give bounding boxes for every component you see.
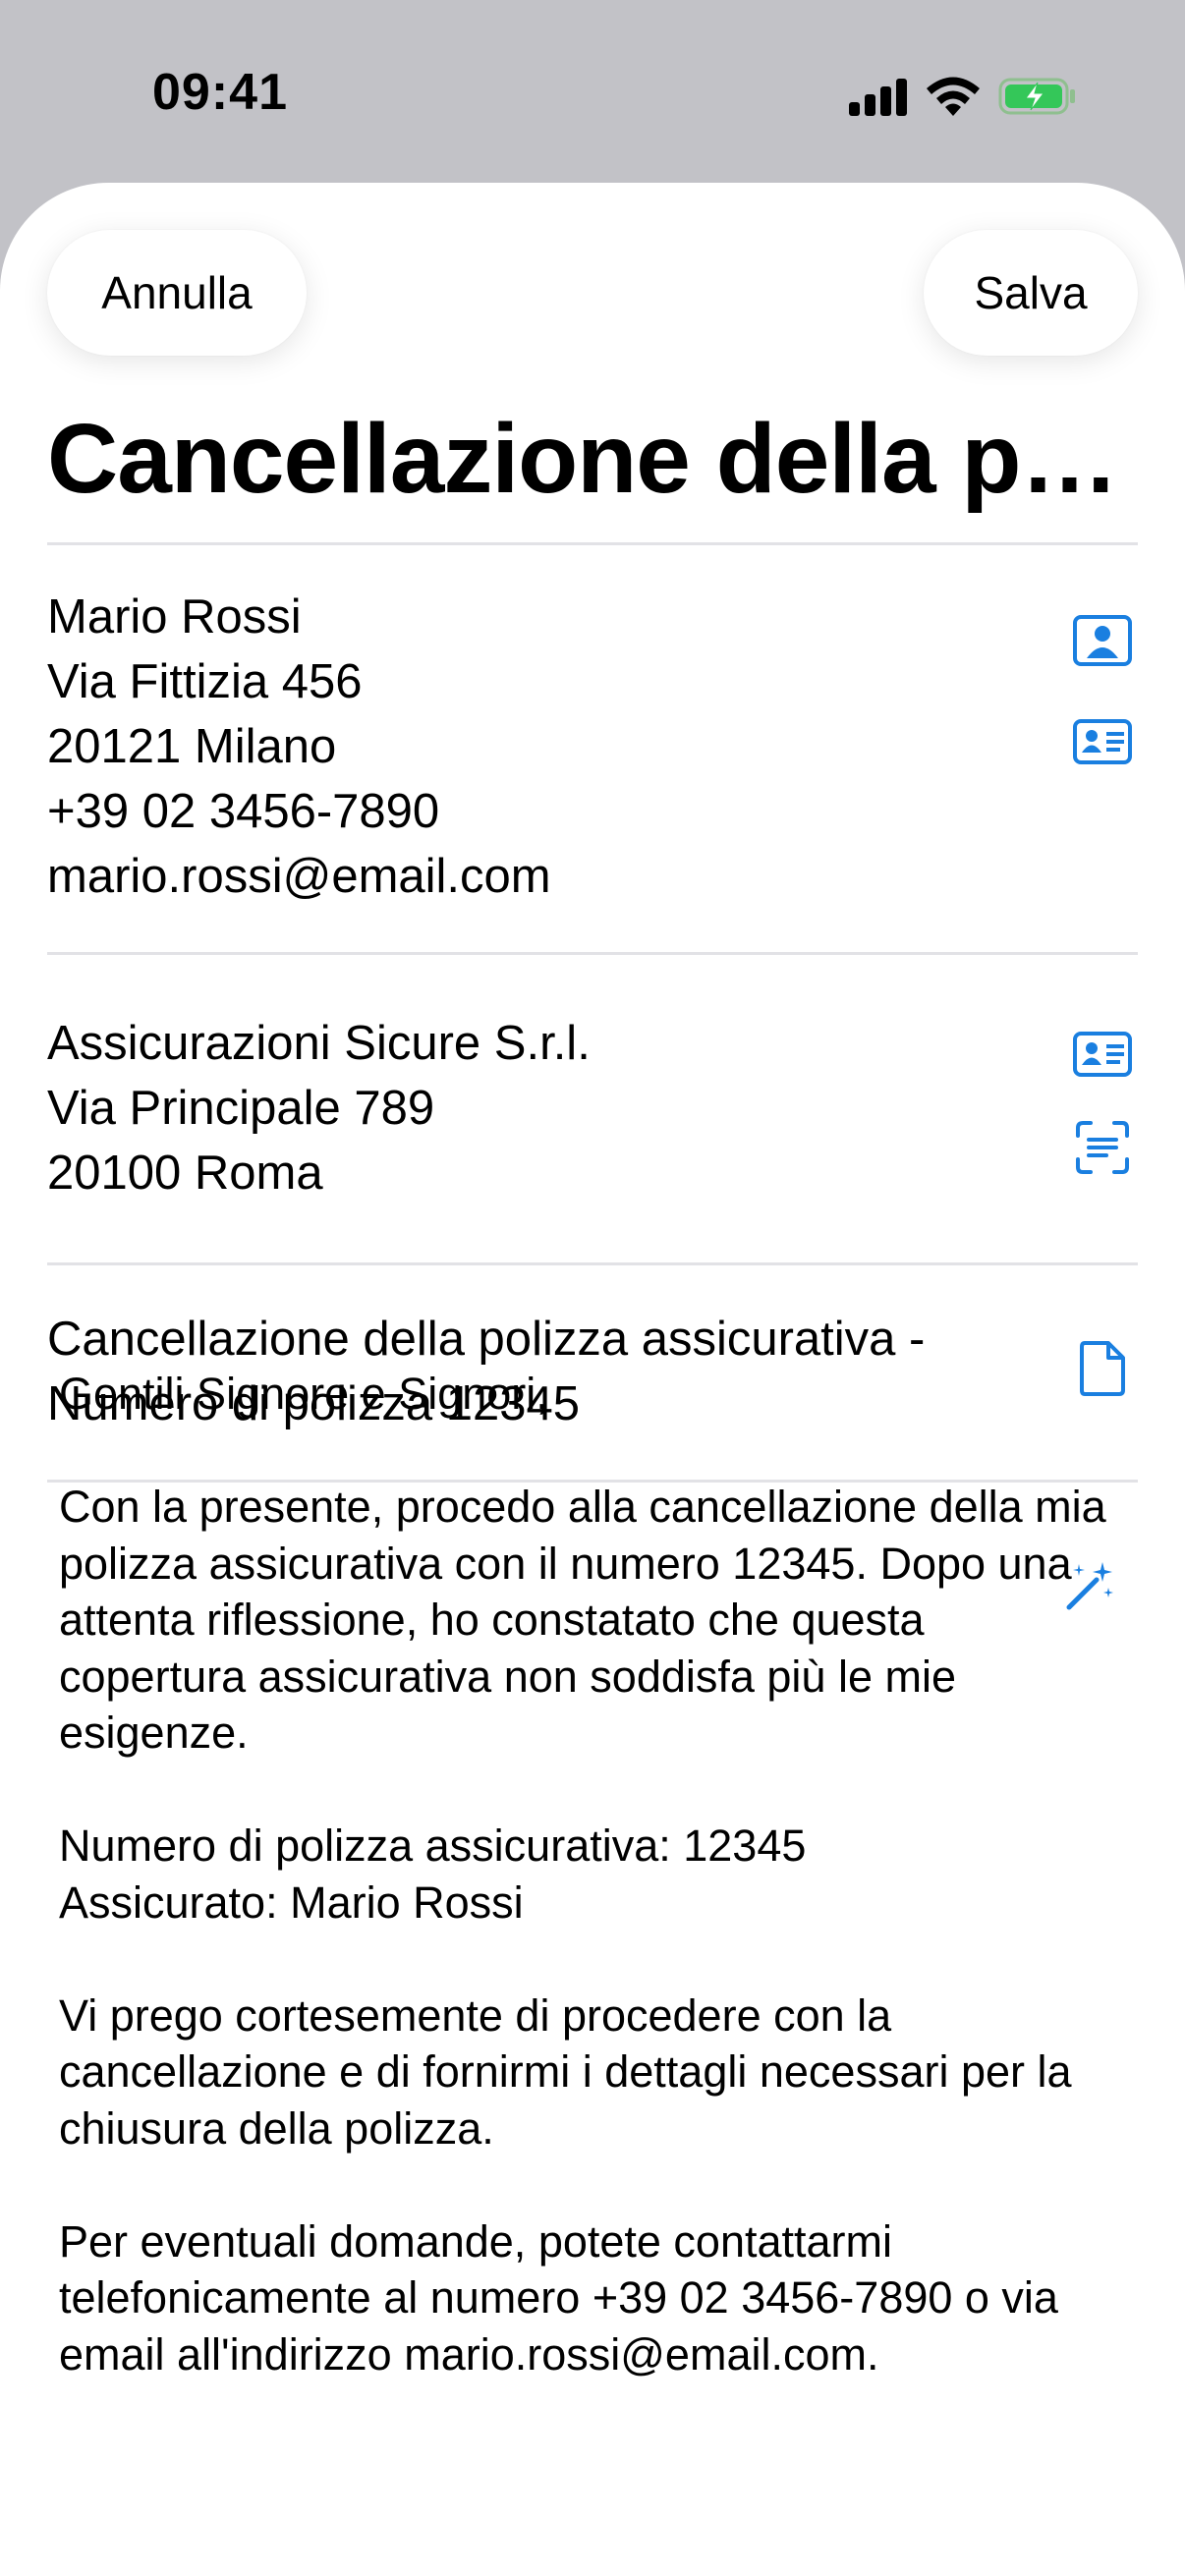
insured-line: Assicurato: Mario Rossi — [59, 1876, 524, 1928]
recipient-address[interactable]: Assicurazioni Sicure S.r.l. Via Principa… — [47, 1011, 1010, 1205]
recipient-name: Assicurazioni Sicure S.r.l. — [47, 1017, 591, 1070]
status-bar: 09:41 — [0, 0, 1185, 183]
policy-number-line: Numero di polizza assicurativa: 12345 — [59, 1820, 807, 1871]
sender-email: mario.rossi@email.com — [47, 850, 551, 903]
divider — [47, 1262, 1138, 1265]
contact-card-icon[interactable] — [1073, 1032, 1132, 1077]
letter-paragraph: Vi prego cortesemente di procedere con l… — [59, 1989, 1072, 2154]
wifi-icon — [924, 73, 983, 118]
letter-paragraph: Con la presente, procedo alla cancellazi… — [59, 1482, 1106, 1758]
contact-card-icon[interactable] — [1073, 719, 1132, 764]
divider — [47, 952, 1138, 955]
status-time: 09:41 — [152, 64, 288, 121]
recipient-street: Via Principale 789 — [47, 1082, 435, 1135]
page-title: Cancellazione della polizza assicurativa — [47, 404, 1138, 514]
person-photo-icon[interactable] — [1073, 615, 1132, 666]
save-button[interactable]: Salva — [924, 230, 1138, 356]
sender-name: Mario Rossi — [47, 590, 302, 644]
sender-address[interactable]: Mario Rossi Via Fittizia 456 20121 Milan… — [47, 585, 1010, 909]
battery-charging-icon — [998, 77, 1077, 116]
letter-paragraph: Per eventuali domande, potete contattarm… — [59, 2215, 1058, 2380]
sender-street: Via Fittizia 456 — [47, 655, 363, 708]
letter-policy-details: Numero di polizza assicurativa: 12345 As… — [59, 1818, 1120, 1931]
text-scan-icon[interactable] — [1075, 1120, 1130, 1175]
subject-line-1: Cancellazione della polizza assicurativa… — [47, 1313, 926, 1366]
cancel-button[interactable]: Annulla — [47, 230, 307, 356]
sender-phone: +39 02 3456-7890 — [47, 785, 440, 838]
letter-body[interactable]: Gentili Signore e Signori, Con la presen… — [59, 1366, 1120, 2439]
letter-greeting: Gentili Signore e Signori, — [59, 1369, 548, 1419]
divider — [47, 542, 1138, 545]
cellular-signal-icon — [849, 77, 908, 116]
sender-city: 20121 Milano — [47, 720, 337, 773]
recipient-city: 20100 Roma — [47, 1147, 323, 1200]
